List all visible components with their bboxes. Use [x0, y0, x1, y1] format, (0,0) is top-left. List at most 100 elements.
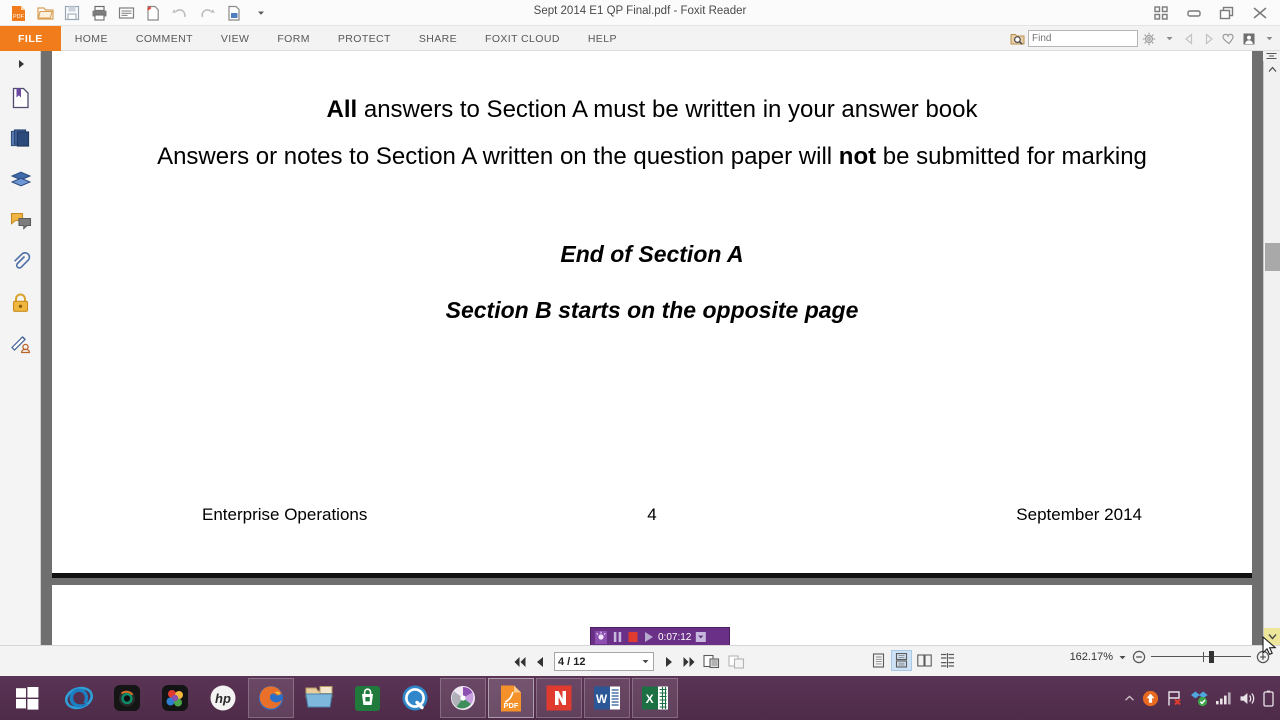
account-dropdown-icon[interactable]	[1260, 29, 1278, 49]
document-line-2-part-a: Answers or notes to Section A written on…	[157, 143, 839, 170]
document-line-2-part-b: be submitted for marking	[876, 143, 1147, 170]
scrollbar-thumb[interactable]	[1265, 243, 1280, 271]
tab-foxit-cloud[interactable]: FOXIT CLOUD	[471, 26, 574, 51]
document-line-1: All answers to Section A must be written…	[52, 96, 1252, 123]
zoom-dropdown-icon[interactable]	[1118, 653, 1127, 662]
signal-strength-icon[interactable]	[1215, 691, 1232, 705]
next-page-button[interactable]	[660, 651, 677, 672]
taskbar-file-explorer[interactable]	[296, 678, 342, 718]
taskbar-store[interactable]	[344, 678, 390, 718]
close-button[interactable]	[1243, 0, 1276, 26]
taskbar-excel[interactable]: X	[632, 678, 678, 718]
scroll-up-button[interactable]	[1264, 61, 1280, 78]
page-number-value: 4 / 12	[558, 655, 586, 668]
minimize-button[interactable]	[1177, 0, 1210, 26]
taskbar-camera-app[interactable]	[104, 678, 150, 718]
document-line-1-rest: answers to Section A must be written in …	[357, 96, 978, 123]
document-line-2-bold: not	[838, 143, 877, 170]
first-page-button[interactable]	[511, 651, 528, 672]
svg-text:X: X	[646, 692, 654, 706]
system-tray	[1124, 678, 1274, 718]
continuous-facing-view-button[interactable]	[937, 650, 958, 671]
battery-icon[interactable]	[1263, 690, 1274, 707]
recorder-stop-icon[interactable]	[627, 631, 639, 643]
recorder-menu-icon[interactable]	[695, 631, 707, 643]
document-line-2: Answers or notes to Section A written on…	[152, 141, 1152, 173]
split-view-handle-icon[interactable]	[1263, 51, 1280, 61]
zoom-out-icon[interactable]	[1132, 650, 1146, 664]
zoom-slider[interactable]	[1151, 651, 1251, 663]
taskbar-hp-app[interactable]: hp	[200, 678, 246, 718]
settings-dropdown-icon[interactable]	[1160, 29, 1178, 49]
window-controls	[1144, 0, 1276, 26]
taskbar-internet-explorer[interactable]	[56, 678, 102, 718]
left-navigation-panel	[0, 51, 41, 645]
next-view-icon[interactable]	[1200, 29, 1218, 49]
single-page-view-button[interactable]	[868, 650, 889, 671]
updates-icon[interactable]	[1142, 690, 1159, 707]
tab-share[interactable]: SHARE	[405, 26, 471, 51]
continuous-scroll-view-button[interactable]	[891, 650, 912, 671]
digital-signature-icon[interactable]	[0, 323, 41, 364]
svg-text:PDF: PDF	[504, 701, 519, 710]
start-button[interactable]	[4, 678, 50, 718]
advanced-search-icon[interactable]	[1008, 29, 1026, 49]
volume-icon[interactable]	[1239, 691, 1256, 706]
tab-form[interactable]: FORM	[263, 26, 324, 51]
menu-right-tools	[1008, 26, 1278, 51]
screen-recorder-toolbar[interactable]: 0:07:12	[590, 627, 730, 647]
taskbar-nitro-pdf[interactable]	[536, 678, 582, 718]
document-line-1-bold: All	[326, 96, 358, 123]
zoom-slider-thumb[interactable]	[1209, 651, 1214, 663]
security-lock-icon[interactable]	[0, 282, 41, 323]
ribbon-options-icon[interactable]	[1144, 0, 1177, 26]
search-box[interactable]	[1028, 30, 1164, 47]
previous-view-icon[interactable]	[1180, 29, 1198, 49]
svg-text:W: W	[596, 692, 608, 706]
fit-page-button[interactable]	[700, 651, 722, 672]
document-vertical-scrollbar[interactable]	[1263, 51, 1280, 645]
tab-view[interactable]: VIEW	[207, 26, 263, 51]
pdf-page-current: All answers to Section A must be written…	[52, 51, 1252, 578]
last-page-button[interactable]	[680, 651, 697, 672]
previous-page-button[interactable]	[531, 651, 548, 672]
document-next-section-note: Section B starts on the opposite page	[445, 297, 859, 323]
favorites-heart-icon[interactable]	[1220, 29, 1238, 49]
tab-home[interactable]: HOME	[61, 26, 122, 51]
taskbar-foxit-reader[interactable]: PDF	[488, 678, 534, 718]
zoom-level-value[interactable]: 162.17%	[1065, 651, 1113, 663]
taskbar-screen-recorder[interactable]	[440, 678, 486, 718]
taskbar-firefox[interactable]	[248, 678, 294, 718]
zoom-slider-tick	[1203, 652, 1204, 662]
tab-file[interactable]: FILE	[0, 26, 61, 51]
zoom-slider-track	[1151, 656, 1251, 657]
network-flag-icon[interactable]	[1166, 690, 1183, 707]
taskbar-quicktime[interactable]	[392, 678, 438, 718]
attachments-icon[interactable]	[0, 241, 41, 282]
dropbox-icon[interactable]	[1190, 690, 1208, 707]
restore-button[interactable]	[1210, 0, 1243, 26]
tab-help[interactable]: HELP	[574, 26, 631, 51]
tab-comment[interactable]: COMMENT	[122, 26, 207, 51]
split-view-button[interactable]	[725, 651, 747, 672]
taskbar-photos-app[interactable]	[152, 678, 198, 718]
page-thumbnails-icon[interactable]	[0, 118, 41, 159]
recorder-play-icon[interactable]	[643, 631, 654, 643]
document-footer: Enterprise Operations 4 September 2014	[52, 505, 1252, 531]
facing-view-button[interactable]	[914, 650, 935, 671]
show-hidden-icons-icon[interactable]	[1124, 694, 1135, 703]
comments-icon[interactable]	[0, 200, 41, 241]
tab-protect[interactable]: PROTECT	[324, 26, 405, 51]
account-icon[interactable]	[1240, 29, 1258, 49]
expand-panel-icon[interactable]	[0, 51, 41, 77]
settings-gear-icon[interactable]	[1140, 29, 1158, 49]
recorder-app-icon	[595, 630, 607, 644]
page-number-input[interactable]: 4 / 12	[554, 652, 654, 671]
page-dropdown-icon[interactable]	[641, 657, 650, 666]
taskbar-word[interactable]: W	[584, 678, 630, 718]
footer-date: September 2014	[1016, 505, 1142, 524]
title-bar: PDF Sept 2014 E1 QP Final.pdf - Foxit Re…	[0, 0, 1280, 26]
recorder-pause-icon[interactable]	[612, 631, 623, 643]
layers-icon[interactable]	[0, 159, 41, 200]
bookmarks-icon[interactable]	[0, 77, 41, 118]
